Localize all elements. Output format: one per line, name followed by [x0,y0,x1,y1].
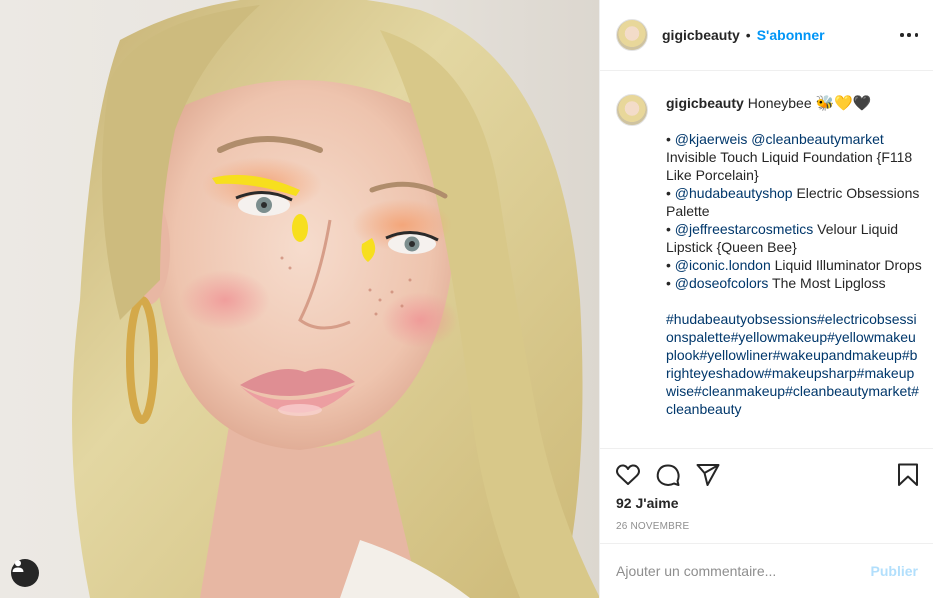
heart-icon [616,464,640,485]
likes-count[interactable]: 92 J'aime [616,495,679,511]
mention-link[interactable]: @iconic.london [675,257,771,273]
bookmark-icon [898,463,918,486]
separator-dot: • [745,27,751,43]
comment-icon [656,464,680,486]
caption-line-text: Liquid Illuminator Drops [774,257,922,273]
bullet: • [666,221,675,237]
comment-button[interactable] [655,462,681,488]
post-sidebar: gigicbeauty • S'abonner gigicbeauty Honey… [599,0,933,598]
mention-link[interactable]: @kjaerweis [675,131,748,147]
bullet: • [666,131,675,147]
caption-title: Honeybee [747,95,812,111]
follow-button[interactable]: S'abonner [757,27,825,43]
save-button[interactable] [895,462,921,488]
caption-username[interactable]: gigicbeauty [666,95,744,111]
publish-button[interactable]: Publier [871,563,918,579]
caption-line: • @doseofcolors The Most Lipgloss [666,274,922,292]
mention-link[interactable]: @doseofcolors [675,275,769,291]
hashtags[interactable]: #hudabeautyobsessions#electricobsessions… [666,310,922,418]
user-tag-icon [12,560,24,572]
like-button[interactable] [615,462,641,488]
caption-line: • @hudabeautyshop Electric Obsessions Pa… [666,184,922,220]
paper-plane-icon [696,464,720,486]
bullet: • [666,275,675,291]
username-link[interactable]: gigicbeauty [662,27,740,43]
more-horizontal-icon [900,33,904,37]
mention-link[interactable]: @jeffreestarcosmetics [675,221,813,237]
caption-line: • @jeffreestarcosmetics Velour Liquid Li… [666,220,922,256]
caption-avatar[interactable] [616,94,648,126]
user-tag-button[interactable] [11,559,39,587]
mention-link[interactable]: @hudabeautyshop [675,185,793,201]
bullet: • [666,257,675,273]
more-options-button[interactable] [900,25,918,45]
comment-bar: Publier [600,543,933,598]
action-bar [600,450,933,498]
comment-input[interactable] [616,563,871,579]
caption-text: gigicbeauty Honeybee 🐝💛🖤 • @kjaerweis @cl… [666,94,922,448]
more-dot [907,33,911,37]
share-button[interactable] [695,462,721,488]
post-photo[interactable] [0,0,599,598]
caption-area: gigicbeauty Honeybee 🐝💛🖤 • @kjaerweis @cl… [600,72,933,449]
caption-line: • @kjaerweis @cleanbeautymarket Invisibl… [666,130,922,184]
portrait-illustration [72,0,599,598]
mention-link[interactable]: @cleanbeautymarket [751,131,884,147]
more-dot [914,33,918,37]
post-header: gigicbeauty • S'abonner [600,0,933,71]
caption-line-text: The Most Lipgloss [772,275,886,291]
instagram-post: gigicbeauty • S'abonner gigicbeauty Honey… [0,0,933,598]
post-date[interactable]: 26 NOVEMBRE [616,521,689,532]
avatar[interactable] [616,19,648,51]
caption-emojis: 🐝💛🖤 [815,94,872,112]
caption-line-text: Invisible Touch Liquid Foundation {F118 … [666,149,913,183]
caption-line: • @iconic.london Liquid Illuminator Drop… [666,256,922,274]
bullet: • [666,185,675,201]
